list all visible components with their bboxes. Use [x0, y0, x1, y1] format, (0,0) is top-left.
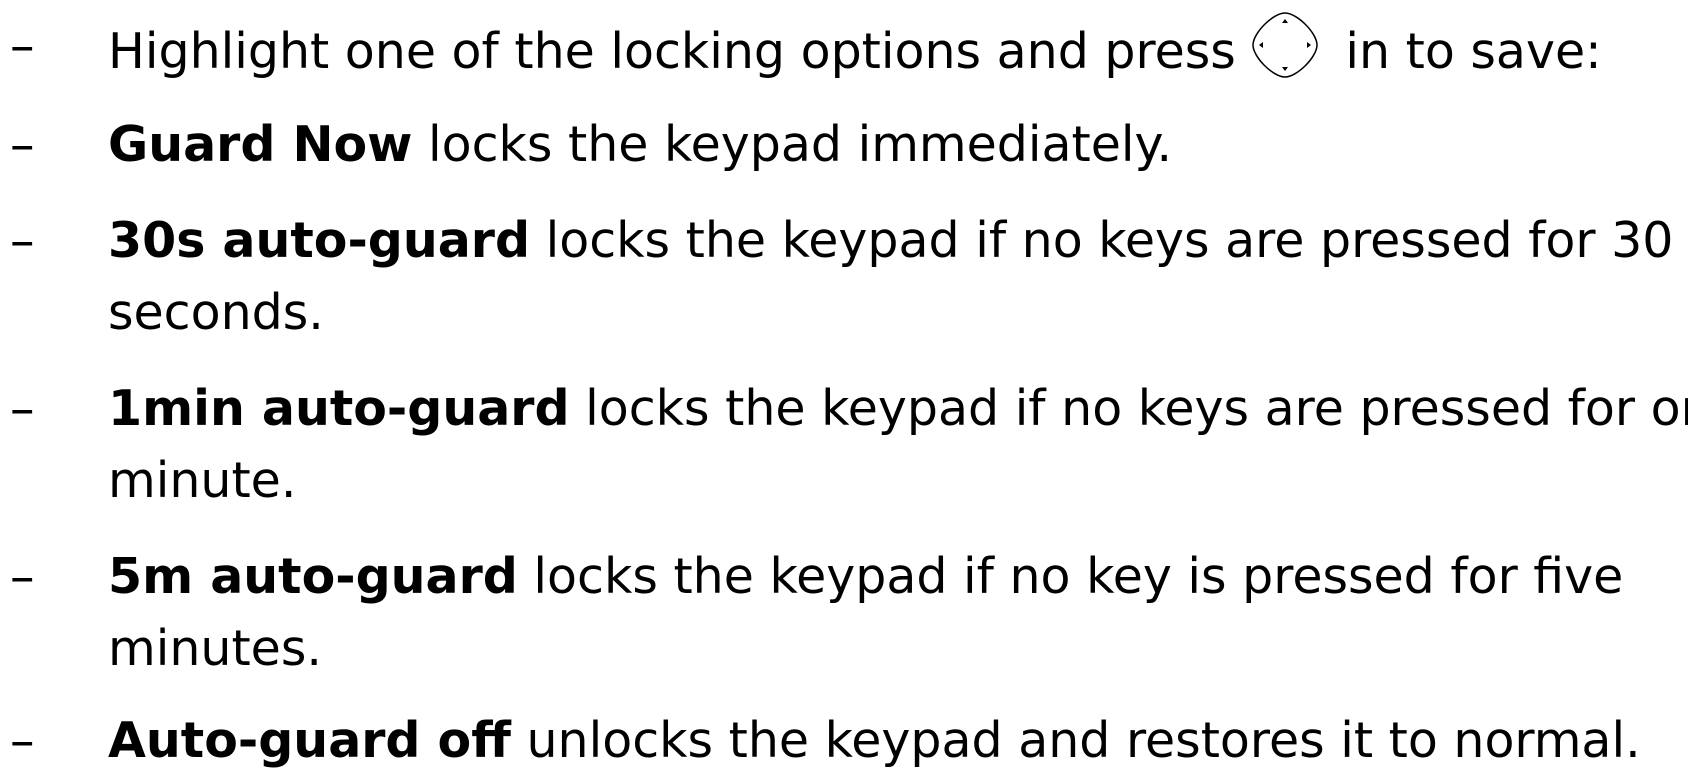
option-name: 5m auto-guard	[108, 548, 518, 605]
list-item-text: 5m auto-guard locks the keypad if no key…	[108, 541, 1688, 685]
navigation-key-icon	[1250, 10, 1320, 100]
option-description: unlocks the keypad and restores it to no…	[510, 712, 1641, 769]
option-name: 30s auto-guard	[108, 212, 531, 269]
option-name: Guard Now	[108, 116, 413, 173]
option-description: locks the keypad if no key is pressed fo…	[517, 548, 1624, 605]
bullet-dash: –	[10, 212, 35, 269]
option-description-continued: minutes.	[108, 620, 322, 677]
option-description: locks the keypad if no keys are pressed …	[530, 212, 1674, 269]
option-description: locks the keypad if no keys are pressed …	[569, 380, 1688, 437]
bullet-dash: –	[10, 17, 35, 74]
option-name: 1min auto-guard	[108, 380, 570, 437]
instruction-text: Highlight one of the locking options and…	[108, 23, 1236, 80]
list-item-text: 30s auto-guard locks the keypad if no ke…	[108, 205, 1688, 349]
list-item-text: Auto-guard off unlocks the keypad and re…	[108, 705, 1688, 777]
option-description: locks the keypad immediately.	[412, 116, 1173, 173]
option-description-continued: minute.	[108, 452, 297, 509]
list-item-text: Guard Now locks the keypad immediately.	[108, 109, 1688, 181]
list-item-text: 1min auto-guard locks the keypad if no k…	[108, 373, 1688, 517]
bullet-dash: –	[10, 712, 35, 769]
bullet-dash: –	[10, 548, 35, 605]
instruction-text-after: in to save:	[1329, 23, 1602, 80]
list-item-text: Highlight one of the locking options and…	[108, 10, 1688, 100]
option-name: Auto-guard off	[108, 712, 511, 769]
bullet-dash: –	[10, 116, 35, 173]
option-description-continued: seconds.	[108, 284, 324, 341]
bullet-dash: –	[10, 380, 35, 437]
